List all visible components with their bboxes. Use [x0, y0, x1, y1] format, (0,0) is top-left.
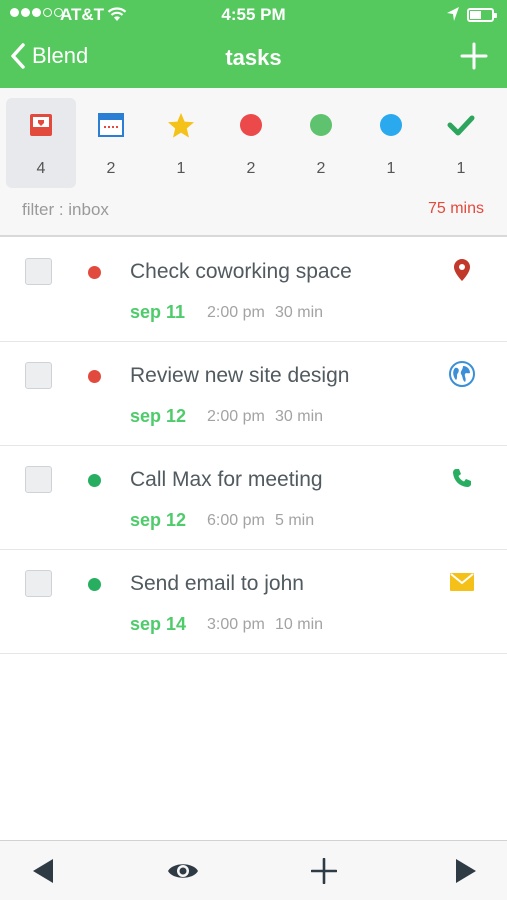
filter-count: 2 [246, 160, 256, 177]
task-time: 3:00 pm [207, 616, 265, 633]
filter-calendar[interactable]: 2 [76, 98, 146, 188]
task-date: sep 12 [130, 406, 187, 426]
filter-count: 1 [456, 160, 466, 177]
status-time: 4:55 PM [221, 5, 286, 24]
task-date: sep 11 [130, 302, 186, 322]
priority-dot [88, 578, 101, 591]
priority-dot [88, 370, 101, 383]
plus-icon [460, 42, 488, 70]
phone-icon[interactable] [448, 464, 476, 492]
filter-green[interactable]: 2 [286, 98, 356, 188]
eye-icon [168, 864, 198, 878]
next-button[interactable] [451, 855, 481, 887]
plus-icon [311, 858, 337, 884]
filter-bar: 4 2 1 2 2 1 1 filter : inbox 75 mins [0, 88, 507, 237]
globe-icon[interactable] [448, 360, 476, 388]
task-duration: 5 min [275, 512, 315, 529]
location-services-icon [446, 6, 460, 27]
priority-dot [88, 266, 101, 279]
task-duration: 30 min [275, 304, 324, 321]
task-duration: 30 min [275, 408, 324, 425]
filter-completed[interactable]: 1 [426, 98, 496, 188]
filter-inbox[interactable]: 4 [6, 98, 76, 188]
task-date: sep 14 [130, 614, 187, 634]
total-duration: 75 mins [427, 200, 484, 217]
task-checkbox[interactable] [25, 362, 52, 389]
previous-button[interactable] [28, 855, 58, 887]
mail-icon[interactable] [448, 568, 476, 596]
task-row[interactable]: Call Max for meeting sep 12 6:00 pm 5 mi… [0, 446, 507, 550]
filter-count: 1 [386, 160, 396, 177]
task-row[interactable]: Check coworking space sep 11 2:00 pm 30 … [0, 238, 507, 342]
blue-circle-icon [356, 112, 426, 138]
red-circle-icon [216, 112, 286, 138]
task-title: Send email to john [130, 572, 304, 595]
task-row[interactable]: Send email to john sep 14 3:00 pm 10 min [0, 550, 507, 654]
task-date: sep 12 [130, 510, 187, 530]
battery-icon [467, 8, 497, 22]
inbox-icon [6, 112, 76, 138]
filter-blue[interactable]: 1 [356, 98, 426, 188]
add-button[interactable] [309, 855, 339, 887]
priority-dot [88, 474, 101, 487]
filter-count: 1 [176, 160, 186, 177]
add-task-button[interactable] [459, 41, 489, 71]
task-checkbox[interactable] [25, 466, 52, 493]
filter-label: filter : inbox [22, 200, 109, 219]
app-header: AT&T 4:55 PM Blend tasks [0, 0, 507, 88]
task-time: 6:00 pm [207, 512, 265, 529]
forward-arrow-icon [456, 859, 476, 883]
task-title: Review new site design [130, 364, 350, 387]
status-bar: AT&T 4:55 PM [0, 0, 507, 30]
filter-starred[interactable]: 1 [146, 98, 216, 188]
view-button[interactable] [165, 855, 201, 887]
bottom-toolbar [0, 840, 507, 900]
filter-count: 2 [106, 160, 116, 177]
calendar-icon [76, 112, 146, 138]
checkmark-icon [426, 112, 496, 138]
page-title: tasks [225, 45, 282, 70]
navigation-bar: Blend tasks [0, 30, 507, 88]
filter-count: 2 [316, 160, 326, 177]
task-time: 2:00 pm [207, 408, 265, 425]
location-pin-icon[interactable] [448, 256, 476, 284]
green-circle-icon [286, 112, 356, 138]
star-icon [146, 112, 216, 138]
task-title: Call Max for meeting [130, 468, 323, 491]
task-row[interactable]: Review new site design sep 12 2:00 pm 30… [0, 342, 507, 446]
filter-count: 4 [36, 160, 46, 177]
task-checkbox[interactable] [25, 258, 52, 285]
back-arrow-icon [33, 859, 53, 883]
task-title: Check coworking space [130, 260, 352, 283]
filter-red[interactable]: 2 [216, 98, 286, 188]
task-checkbox[interactable] [25, 570, 52, 597]
task-time: 2:00 pm [207, 304, 265, 321]
task-duration: 10 min [275, 616, 324, 633]
